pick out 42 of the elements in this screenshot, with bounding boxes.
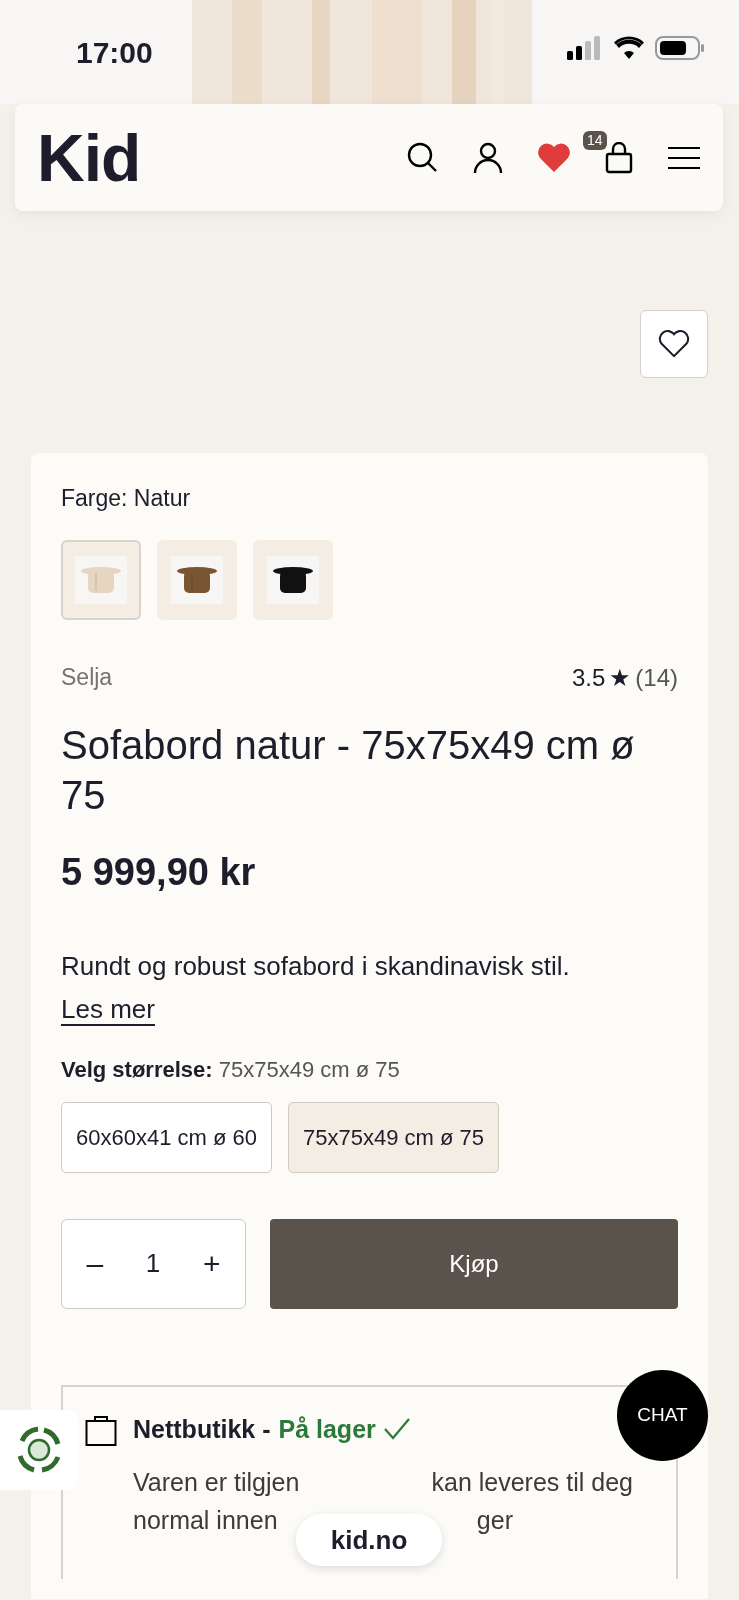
recycling-badge[interactable] bbox=[0, 1410, 78, 1490]
logo[interactable]: Kid bbox=[37, 124, 141, 191]
product-description: Rundt og robust sofabord i skandinavisk stil. bbox=[61, 949, 571, 983]
availability-text: normal innen bbox=[133, 1504, 278, 1536]
color-swatch[interactable] bbox=[253, 539, 333, 620]
status-time: 17:00 bbox=[75, 35, 154, 71]
wifi-icon bbox=[612, 36, 645, 60]
brand-name: Selja bbox=[61, 663, 113, 693]
signal-icon bbox=[566, 36, 603, 60]
availability-text: ger bbox=[476, 1504, 513, 1536]
read-more-link[interactable]: Les mer bbox=[61, 989, 155, 1029]
size-option[interactable]: 75x75x49 cm ø 75 bbox=[288, 1101, 499, 1173]
increase-button[interactable]: + bbox=[197, 1241, 227, 1286]
color-label: Farge: Natur bbox=[61, 484, 192, 513]
product-title: Sofabord natur - 75x75x49 cm ø 75 bbox=[61, 721, 636, 819]
url-bar[interactable]: kid.no bbox=[296, 1514, 442, 1566]
color-swatch[interactable] bbox=[157, 539, 237, 620]
battery-icon bbox=[654, 36, 705, 60]
user-icon[interactable] bbox=[473, 141, 503, 174]
stock-status: På lager bbox=[278, 1413, 376, 1445]
heart-icon bbox=[658, 330, 690, 358]
shopping-bag-icon[interactable] bbox=[605, 141, 633, 174]
store-label: Nettbutikk - bbox=[133, 1413, 271, 1445]
quantity-value: 1 bbox=[145, 1247, 161, 1280]
menu-icon[interactable] bbox=[667, 145, 701, 170]
size-option[interactable]: 60x60x41 cm ø 60 bbox=[61, 1101, 272, 1173]
color-swatch[interactable] bbox=[61, 539, 141, 620]
size-label: Velg størrelse: 75x75x49 cm ø 75 bbox=[61, 1055, 401, 1084]
shopping-bag-icon bbox=[85, 1414, 117, 1447]
checkmark-icon bbox=[383, 1418, 410, 1441]
product-price: 5 999,90 kr bbox=[61, 849, 257, 895]
rating-value: 3.5 bbox=[571, 662, 606, 693]
heart-icon[interactable] bbox=[537, 142, 571, 173]
cart-count-badge: 14 bbox=[583, 131, 607, 151]
favorite-button[interactable] bbox=[640, 310, 708, 378]
star-icon: ★ bbox=[609, 659, 632, 696]
search-icon[interactable] bbox=[407, 141, 439, 174]
buy-button[interactable]: Kjøp bbox=[270, 1218, 678, 1309]
decrease-button[interactable]: – bbox=[80, 1241, 110, 1286]
availability-text: Varen er tilgjen bbox=[133, 1467, 300, 1498]
review-count: (14) bbox=[635, 662, 678, 693]
availability-text: kan leveres til deg bbox=[431, 1467, 633, 1498]
